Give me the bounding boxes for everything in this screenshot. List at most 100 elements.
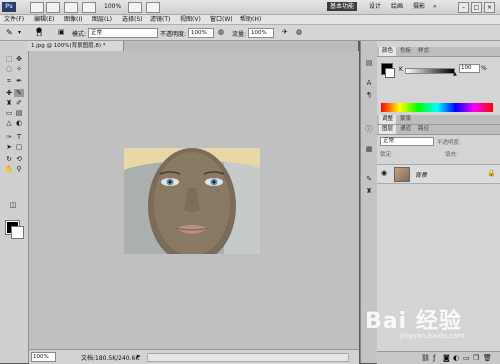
menu-image[interactable]: 图像(I) — [64, 15, 82, 24]
zoom-level[interactable]: 100% — [104, 3, 121, 10]
background-color-swatch[interactable] — [11, 226, 24, 239]
tab-channels[interactable]: 通道 — [397, 125, 414, 134]
crop-tool-icon[interactable]: ⌗ — [4, 77, 14, 85]
clone-stamp-tool-icon[interactable]: ♜ — [4, 99, 14, 107]
healing-brush-tool-icon[interactable]: ✚ — [4, 89, 14, 97]
mini-bridge-icon[interactable] — [46, 2, 60, 13]
pressure-size-icon[interactable]: ◍ — [296, 28, 302, 36]
brush-tool-icon[interactable]: ✎ — [6, 28, 13, 37]
new-group-icon[interactable]: ▭ — [463, 354, 470, 362]
pressure-opacity-icon[interactable]: ◍ — [218, 28, 224, 36]
layer-visibility-eye-icon[interactable]: ◉ — [381, 169, 387, 177]
airbrush-icon[interactable]: ✈ — [282, 28, 288, 36]
tool-preset-dropdown-icon[interactable]: ▾ — [18, 29, 21, 36]
3d-rotate-tool-icon[interactable]: ↻ — [4, 155, 14, 163]
layer-row-background[interactable]: ◉ 背景 🔒 — [377, 164, 500, 184]
history-panel-icon[interactable]: ▤ — [364, 59, 374, 68]
flow-field[interactable]: 100% — [248, 28, 274, 38]
new-layer-icon[interactable]: ❐ — [473, 354, 479, 362]
flow-label: 流量: — [232, 31, 247, 38]
mode-select[interactable]: 正常 — [88, 28, 158, 38]
3d-orbit-tool-icon[interactable]: ⟲ — [14, 155, 24, 163]
blur-tool-icon[interactable]: △ — [4, 119, 14, 127]
color-panel-background-swatch[interactable] — [385, 68, 395, 78]
character-panel-icon[interactable]: A — [364, 79, 374, 88]
marquee-tool-icon[interactable]: ⬚ — [4, 55, 14, 63]
horizontal-scrollbar[interactable] — [147, 353, 349, 362]
minimize-button[interactable]: – — [458, 2, 469, 13]
brush-panel-icon[interactable]: ▣ — [58, 28, 65, 36]
menu-view[interactable]: 视图(V) — [180, 15, 201, 24]
document-size-info: 文档:180.5K/240.6K — [81, 355, 140, 362]
workspace-essentials[interactable]: 基本功能 — [327, 2, 358, 11]
eraser-tool-icon[interactable]: ▭ — [4, 109, 14, 117]
history-brush-tool-icon[interactable]: ✐ — [14, 99, 24, 107]
zoom-level-icon[interactable] — [82, 2, 96, 13]
tab-swatches[interactable]: 色板 — [397, 47, 414, 56]
menu-layer[interactable]: 图层(L) — [92, 15, 112, 24]
quick-select-tool-icon[interactable]: ✧ — [14, 65, 24, 73]
tab-masks[interactable]: 蒙版 — [397, 115, 414, 124]
menu-help[interactable]: 帮助(H) — [240, 15, 261, 24]
document-tab[interactable]: 1.jpg @ 100%(背景图层,8) * — [28, 41, 124, 51]
paragraph-panel-icon[interactable]: ¶ — [364, 91, 374, 100]
gradient-tool-icon[interactable]: ▤ — [14, 109, 24, 117]
tab-color[interactable]: 颜色 — [379, 47, 397, 56]
hand-tool-icon[interactable]: ✋ — [4, 165, 14, 173]
delete-layer-icon[interactable]: 🗑 — [483, 354, 492, 362]
workspace-design[interactable]: 设计 — [366, 2, 384, 11]
link-layers-icon[interactable]: ⛓ — [421, 354, 430, 362]
info-panel-icon[interactable]: ⓘ — [364, 125, 374, 134]
type-tool-icon[interactable]: T — [14, 133, 24, 141]
view-extras-icon[interactable] — [64, 2, 78, 13]
eyedropper-tool-icon[interactable]: ✒ — [14, 77, 24, 85]
arrange-documents-icon[interactable] — [128, 2, 142, 13]
dodge-tool-icon[interactable]: ◐ — [14, 119, 24, 127]
workspace-more-icon[interactable]: » — [430, 2, 440, 11]
blend-mode-value: 正常 — [383, 138, 395, 144]
close-button[interactable]: × — [484, 2, 495, 13]
tab-layers[interactable]: 图层 — [379, 125, 397, 134]
brush-presets-icon[interactable]: ✎ — [364, 175, 374, 184]
path-select-tool-icon[interactable]: ➤ — [4, 143, 14, 151]
baidu-watermark: Bai 经验 — [365, 309, 462, 334]
tab-styles[interactable]: 样式 — [415, 47, 432, 56]
zoom-tool-icon[interactable]: ⚲ — [14, 165, 24, 173]
status-menu-icon[interactable]: ▸ — [137, 352, 141, 360]
layer-style-icon[interactable]: ƒ — [433, 354, 435, 362]
blend-mode-select[interactable]: 正常 — [380, 137, 434, 146]
brush-size[interactable]: 13 — [36, 32, 42, 38]
shape-tool-icon[interactable]: ▢ — [14, 143, 24, 151]
add-mask-icon[interactable]: ◙ — [443, 354, 450, 362]
new-adjustment-layer-icon[interactable]: ◐ — [453, 354, 459, 362]
k-channel-slider[interactable] — [405, 68, 455, 74]
brush-tool-icon[interactable]: ✎ — [14, 89, 24, 97]
menu-file[interactable]: 文件(F) — [4, 15, 24, 24]
navigator-panel-icon[interactable]: ▦ — [364, 145, 374, 154]
opacity-field[interactable]: 100% — [188, 28, 214, 38]
k-value-field[interactable]: 100 — [459, 64, 480, 73]
color-spectrum-bar[interactable] — [381, 103, 493, 112]
lasso-tool-icon[interactable]: ◌ — [4, 65, 14, 73]
move-tool-icon[interactable]: ✥ — [14, 55, 24, 63]
menu-window[interactable]: 窗口(W) — [210, 15, 233, 24]
maximize-button[interactable]: □ — [471, 2, 482, 13]
clone-source-icon[interactable]: ♜ — [364, 187, 374, 196]
menu-select[interactable]: 选择(S) — [122, 15, 143, 24]
workspace-photography[interactable]: 摄影 — [410, 2, 428, 11]
bridge-icon[interactable] — [30, 2, 44, 13]
document-image[interactable] — [124, 148, 260, 254]
photoshop-logo: Ps — [2, 2, 16, 12]
pen-tool-icon[interactable]: ✑ — [4, 133, 14, 141]
quick-mask-icon[interactable]: ◫ — [8, 201, 18, 209]
screen-mode-icon[interactable] — [146, 2, 160, 13]
baidu-watermark-url: jingyan.baidu.com — [400, 332, 465, 340]
k-slider-handle-icon[interactable]: ▲ — [453, 71, 457, 77]
workspace-painting[interactable]: 绘画 — [388, 2, 406, 11]
tab-adjustments[interactable]: 调整 — [379, 115, 397, 124]
layer-opacity-label: 不透明度: — [437, 140, 461, 146]
status-zoom-field[interactable]: 100% — [31, 352, 56, 362]
menu-filter[interactable]: 滤镜(T) — [150, 15, 170, 24]
menu-edit[interactable]: 编辑(E) — [34, 15, 54, 24]
tab-paths[interactable]: 路径 — [415, 125, 432, 134]
